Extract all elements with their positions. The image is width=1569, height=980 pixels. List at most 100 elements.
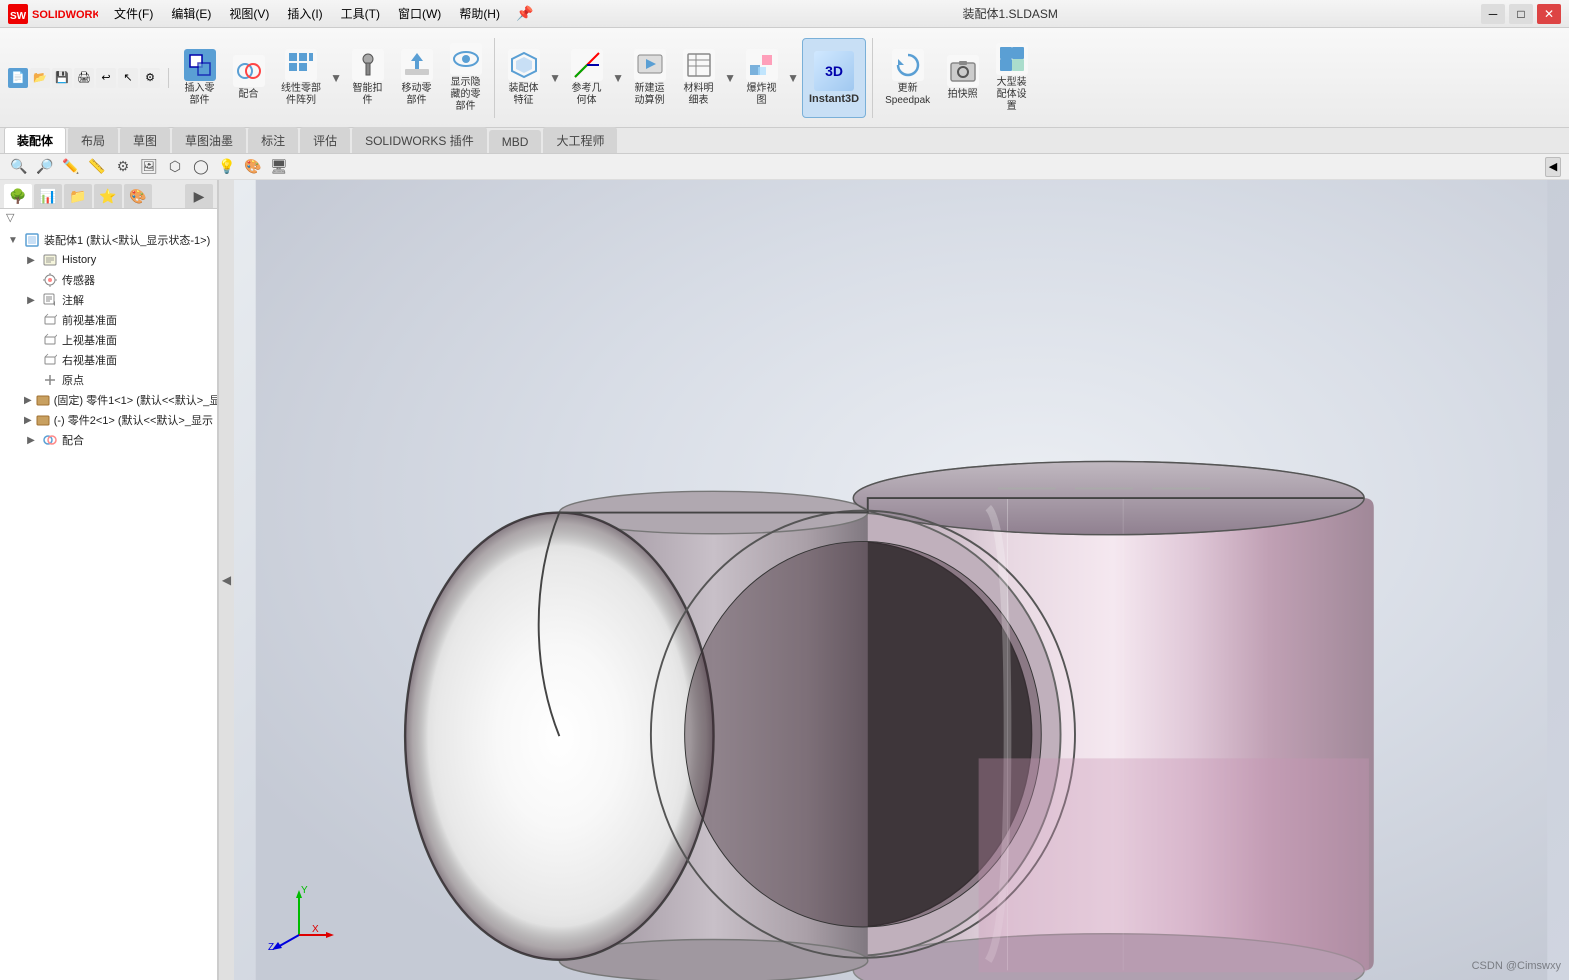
- tree-top-plane[interactable]: 上视基准面: [18, 330, 217, 350]
- expand-history[interactable]: ▶: [24, 253, 38, 267]
- tab-sw-plugins[interactable]: SOLIDWORKS 插件: [352, 127, 487, 153]
- zoom-icon[interactable]: 🔎: [34, 156, 56, 178]
- menu-edit[interactable]: 编辑(E): [163, 3, 219, 24]
- menu-window[interactable]: 窗口(W): [390, 3, 449, 24]
- menu-tools[interactable]: 工具(T): [333, 3, 388, 24]
- insert-part-button[interactable]: 插入零部件: [177, 45, 222, 111]
- no-expand-right: [24, 353, 38, 367]
- sidebar-tab-properties[interactable]: 📊: [34, 184, 62, 208]
- instant3d-button[interactable]: 3D Instant3D: [802, 38, 866, 118]
- dropdown-arrow3[interactable]: ▼: [613, 71, 623, 85]
- tab-sketch[interactable]: 草图: [120, 127, 170, 153]
- collapse-sidebar-button[interactable]: ◀: [218, 180, 234, 980]
- tree-front-plane[interactable]: 前视基准面: [18, 310, 217, 330]
- tree-part1[interactable]: ▶ (固定) 零件1<1> (默认<<默认>_显: [18, 390, 217, 410]
- expand-mates[interactable]: ▶: [24, 433, 38, 447]
- tab-big-engineer[interactable]: 大工程师: [543, 127, 617, 153]
- search-filter-icon[interactable]: 🔍: [8, 156, 30, 178]
- open-icon[interactable]: 📂: [30, 68, 50, 88]
- settings-icon[interactable]: ⚙: [140, 68, 160, 88]
- front-plane-label: 前视基准面: [62, 312, 117, 328]
- tree-sensor[interactable]: 传感器: [18, 270, 217, 290]
- new-icon[interactable]: 📄: [8, 68, 28, 88]
- scene-icon[interactable]: 🎨: [242, 156, 264, 178]
- expand-part1[interactable]: ▶: [24, 393, 32, 407]
- minimize-button[interactable]: ─: [1481, 4, 1505, 24]
- coordinate-system: X Y Z: [264, 880, 324, 940]
- part1-icon: [36, 392, 50, 408]
- large-assembly-button[interactable]: 大型装配体设置: [989, 39, 1034, 117]
- right-plane-icon: [42, 352, 58, 368]
- expand-part2[interactable]: ▶: [24, 413, 32, 427]
- dropdown-arrow5[interactable]: ▼: [788, 71, 798, 85]
- tab-bar: 装配体 布局 草图 草图油墨 标注 评估 SOLIDWORKS 插件 MBD 大…: [0, 128, 1569, 154]
- titlebar-left: SW SOLIDWORKS 文件(F) 编辑(E) 视图(V) 插入(I) 工具…: [8, 3, 539, 24]
- no-expand-front: [24, 313, 38, 327]
- explode-view-button[interactable]: 爆炸视图: [739, 45, 784, 111]
- save-icon[interactable]: 💾: [52, 68, 72, 88]
- bom-button[interactable]: 材料明细表: [676, 45, 721, 111]
- dropdown-arrow[interactable]: ▼: [331, 71, 341, 85]
- close-button[interactable]: ✕: [1537, 4, 1561, 24]
- settings2-icon[interactable]: ⚙: [112, 156, 134, 178]
- maximize-button[interactable]: □: [1509, 4, 1533, 24]
- sidebar-resizer[interactable]: [213, 180, 217, 980]
- section-icon[interactable]: ⬡: [164, 156, 186, 178]
- expand-annotations[interactable]: ▶: [24, 293, 38, 307]
- lighting-icon[interactable]: 💡: [216, 156, 238, 178]
- collapse-panel-button[interactable]: ◀: [1545, 157, 1561, 177]
- mates-label: 配合: [62, 432, 84, 448]
- tree-mates[interactable]: ▶ 配合: [18, 430, 217, 450]
- tree-assembly-root[interactable]: ▼ 装配体1 (默认<默认_显示状态-1>): [0, 230, 217, 250]
- tab-evaluate[interactable]: 评估: [300, 127, 350, 153]
- expand-assembly[interactable]: ▼: [6, 233, 20, 247]
- tree-annotations[interactable]: ▶ 注解: [18, 290, 217, 310]
- print-icon[interactable]: 🖨: [74, 68, 94, 88]
- undo-icon[interactable]: ↩: [96, 68, 116, 88]
- solidworks-logo: SW SOLIDWORKS: [8, 4, 98, 24]
- no-expand-top: [24, 333, 38, 347]
- dropdown-arrow4[interactable]: ▼: [725, 71, 735, 85]
- snapshot-button[interactable]: 拍快照: [940, 51, 985, 105]
- menu-view[interactable]: 视图(V): [221, 3, 277, 24]
- assembly-feature-button[interactable]: 装配体特征: [501, 45, 546, 111]
- cursor-icon[interactable]: ↖: [118, 68, 138, 88]
- draw-icon[interactable]: ✏️: [60, 156, 82, 178]
- move-part-button[interactable]: 移动零部件: [394, 45, 439, 111]
- menu-help[interactable]: 帮助(H): [451, 3, 508, 24]
- menu-file[interactable]: 文件(F): [106, 3, 161, 24]
- tree-origin[interactable]: 原点: [18, 370, 217, 390]
- window-controls: ─ □ ✕: [1481, 4, 1561, 24]
- tree-history[interactable]: ▶ History: [18, 250, 217, 270]
- mate-button[interactable]: 配合: [226, 51, 271, 105]
- menu-insert[interactable]: 插入(I): [279, 3, 330, 24]
- tab-layout[interactable]: 布局: [68, 127, 118, 153]
- tab-mbd[interactable]: MBD: [489, 130, 542, 153]
- view-orient-icon[interactable]: ◯: [190, 156, 212, 178]
- tree-part2[interactable]: ▶ (-) 零件2<1> (默认<<默认>_显示: [18, 410, 217, 430]
- history-label: History: [62, 254, 96, 266]
- new-motion-study-button[interactable]: 新建运动算例: [627, 45, 672, 111]
- tab-annotation[interactable]: 标注: [248, 127, 298, 153]
- pin-icon[interactable]: 📌: [510, 3, 539, 24]
- tab-assembly[interactable]: 装配体: [4, 127, 66, 153]
- sidebar-tab-files[interactable]: 📁: [64, 184, 92, 208]
- secondary-toolbar: 🔍 🔎 ✏️ 📏 ⚙ 🖼 ⬡ ◯ 💡 🎨 🖥 ◀: [0, 154, 1569, 180]
- ref-geometry-button[interactable]: 参考几何体: [564, 45, 609, 111]
- show-hide-button[interactable]: 显示隐藏的零部件: [443, 39, 488, 117]
- display-icon[interactable]: 🖥: [268, 156, 290, 178]
- sidebar-tab-tree[interactable]: 🌳: [4, 184, 32, 208]
- sidebar-tab-appearance[interactable]: 🎨: [124, 184, 152, 208]
- linear-array-button[interactable]: 线性零部件阵列: [275, 45, 327, 111]
- update-speedpak-button[interactable]: 更新Speedpak: [879, 45, 936, 111]
- dropdown-arrow2[interactable]: ▼: [550, 71, 560, 85]
- sidebar-expand-icon[interactable]: ▶: [185, 184, 213, 208]
- smart-fastener-button[interactable]: 智能扣件: [345, 45, 390, 111]
- assembly-root-label: 装配体1 (默认<默认_显示状态-1>): [44, 232, 210, 248]
- tab-sketch-ink[interactable]: 草图油墨: [172, 127, 246, 153]
- measure-icon[interactable]: 📏: [86, 156, 108, 178]
- tree-right-plane[interactable]: 右视基准面: [18, 350, 217, 370]
- sidebar-tab-favorites[interactable]: ⭐: [94, 184, 122, 208]
- image-icon[interactable]: 🖼: [138, 156, 160, 178]
- sensor-icon: [42, 272, 58, 288]
